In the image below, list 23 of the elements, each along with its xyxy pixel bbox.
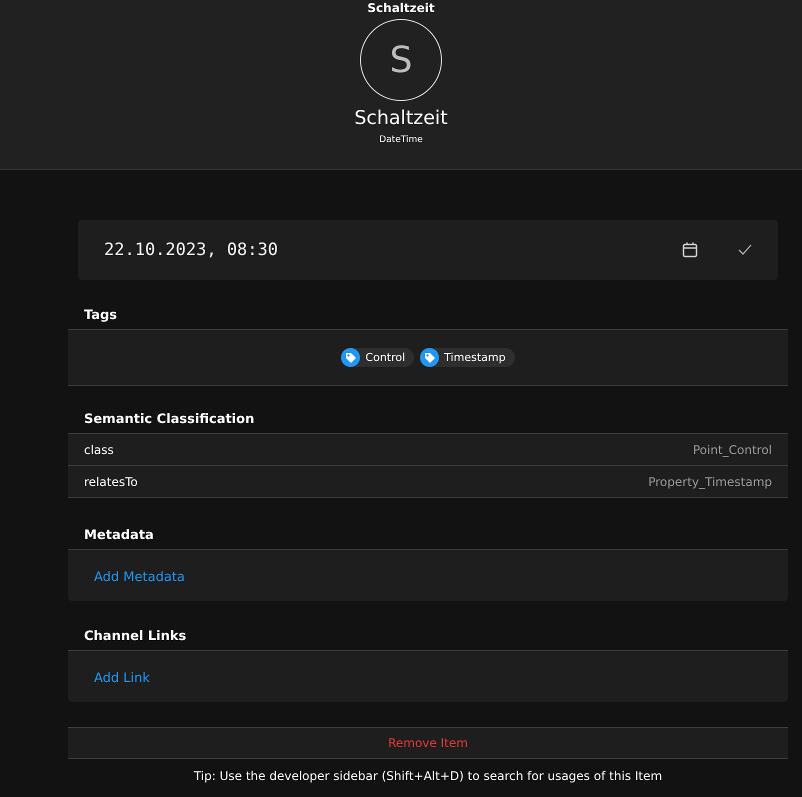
- section-heading: Tags: [83, 308, 118, 325]
- page-title: Schaltzeit: [367, 1, 435, 15]
- row-value: Property_Timestamp: [648, 474, 772, 488]
- add-metadata-link[interactable]: Add Metadata: [94, 570, 185, 585]
- section-heading: Channel Links: [83, 629, 188, 646]
- item-type: DateTime: [379, 135, 423, 145]
- tag-icon: [341, 348, 360, 367]
- tag-chip[interactable]: Control: [341, 348, 414, 367]
- tag-chip[interactable]: Timestamp: [420, 348, 515, 367]
- tag-icon: [420, 348, 440, 367]
- tip-text: Tip: Use the developer sidebar (Shift+Alt+D) to search for usages of this Item: [192, 769, 664, 784]
- date-field[interactable]: 22.10.2023, 08:30: [78, 220, 778, 280]
- check-icon[interactable]: [738, 244, 752, 256]
- calendar-icon[interactable]: [682, 242, 698, 258]
- row-key: class: [84, 442, 114, 456]
- remove-item-button[interactable]: Remove Item: [68, 727, 788, 759]
- avatar: S: [360, 19, 442, 101]
- section-heading: Metadata: [83, 528, 155, 545]
- row-key: relatesTo: [84, 474, 138, 488]
- add-link-link[interactable]: Add Link: [94, 671, 150, 686]
- section-heading: Semantic Classification: [83, 412, 256, 429]
- item-name: Schaltzeit: [354, 107, 448, 129]
- row-value: Point_Control: [692, 442, 772, 456]
